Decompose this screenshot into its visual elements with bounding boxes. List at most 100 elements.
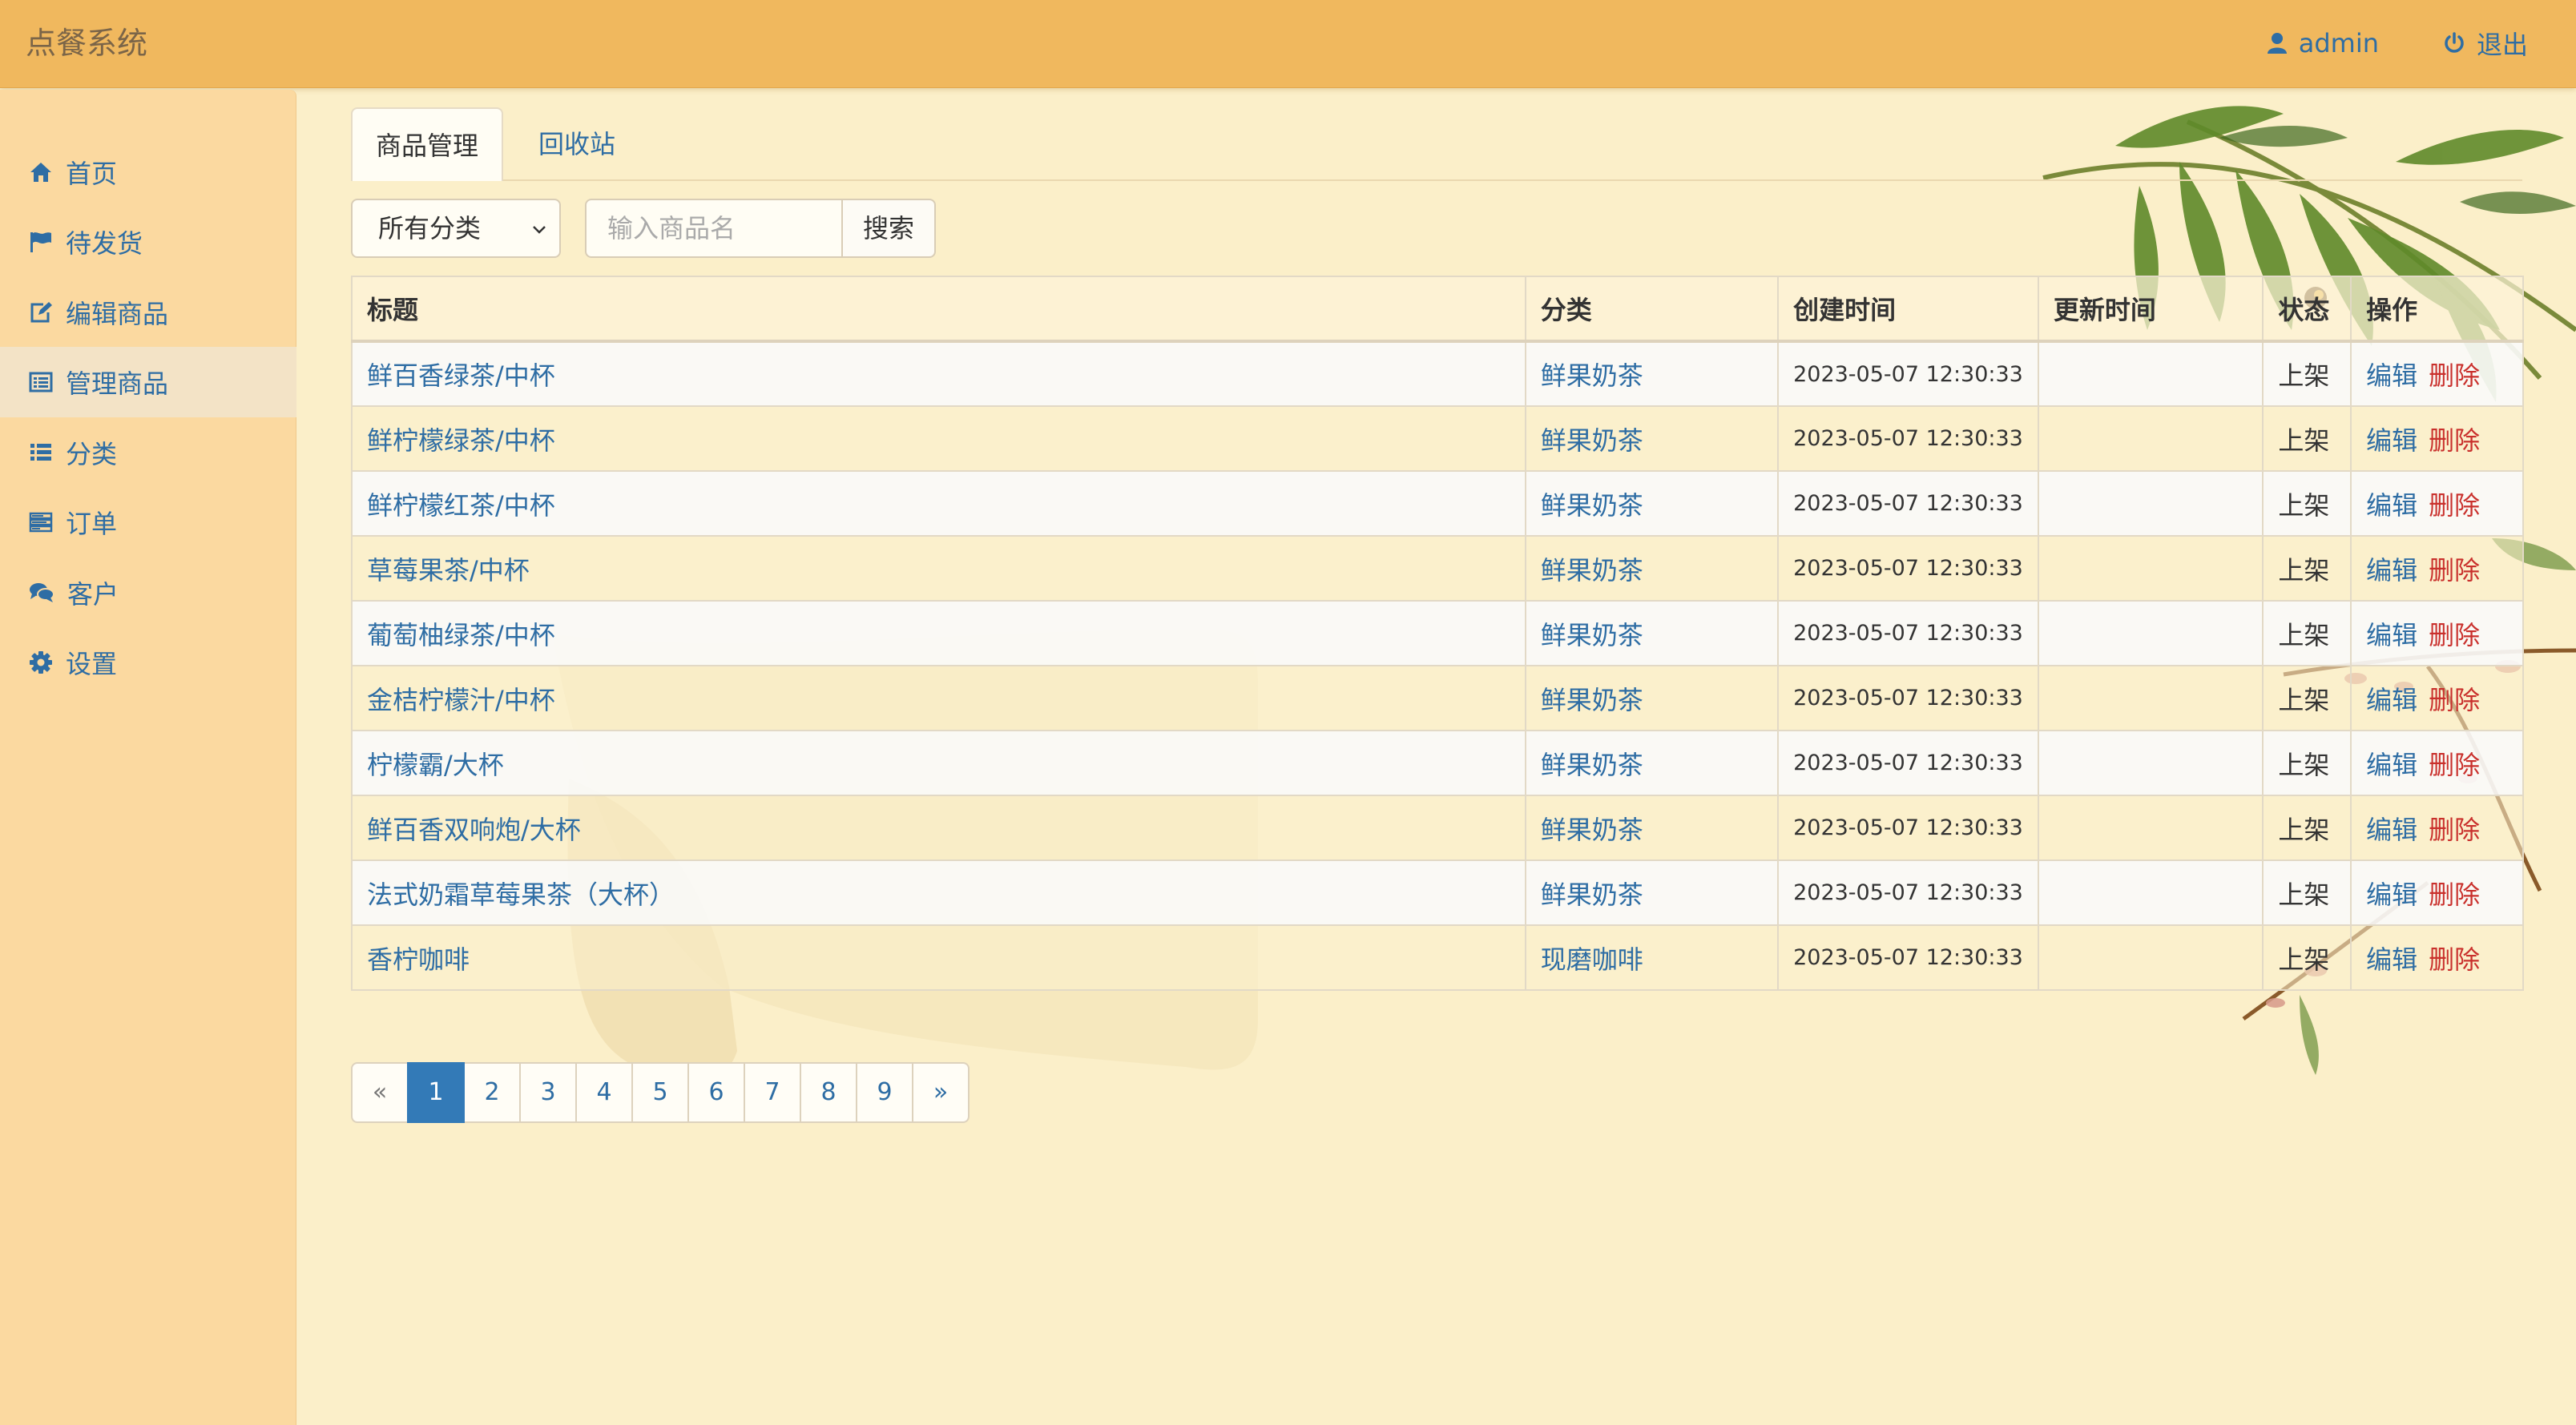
goods-category-link[interactable]: 鲜果奶茶 (1524, 795, 1780, 861)
goods-category-link[interactable]: 鲜果奶茶 (1524, 600, 1780, 666)
sidebar-item-label: 待发货 (66, 228, 143, 259)
delete-link[interactable]: 删除 (2429, 620, 2480, 650)
edit-link[interactable]: 编辑 (2366, 360, 2417, 391)
table-row: 鲜百香绿茶/中杯 鲜果奶茶 2023-05-07 12:30:33 上架 编辑 删除 (351, 340, 2524, 407)
main-content: 商品管理 回收站 所有分类 搜索 标题 分类 创建时间 更新时间 状态 操作 鲜… (296, 90, 2576, 1425)
edit-link[interactable]: 编辑 (2366, 944, 2417, 975)
delete-link[interactable]: 删除 (2429, 685, 2480, 715)
goods-title-link[interactable]: 鲜柠檬绿茶/中杯 (351, 405, 1526, 472)
delete-link[interactable]: 删除 (2429, 360, 2480, 391)
delete-link[interactable]: 删除 (2429, 944, 2480, 975)
goods-actions-cell: 编辑 删除 (2350, 405, 2524, 472)
table-row: 金桔柠檬汁/中杯 鲜果奶茶 2023-05-07 12:30:33 上架 编辑 删除 (351, 665, 2524, 731)
category-select-value: 所有分类 (378, 213, 482, 244)
goods-category-link[interactable]: 鲜果奶茶 (1524, 730, 1780, 796)
edit-link[interactable]: 编辑 (2366, 620, 2417, 650)
goods-created-time: 2023-05-07 12:30:33 (1777, 405, 2039, 472)
goods-category-link[interactable]: 鲜果奶茶 (1524, 470, 1780, 537)
delete-link[interactable]: 删除 (2429, 880, 2480, 910)
list-alt-icon (29, 372, 53, 392)
sidebar: 首页 待发货 编辑商品 管理商品 分类 订单 客户 设置 (0, 90, 296, 1425)
delete-link[interactable]: 删除 (2429, 425, 2480, 456)
navbar-right: admin 退出 (2203, 0, 2528, 87)
goods-category-link[interactable]: 鲜果奶茶 (1524, 665, 1780, 731)
brand-title[interactable]: 点餐系统 (26, 0, 147, 87)
top-navbar: 点餐系统 admin 退出 (0, 0, 2576, 88)
sidebar-item-manage-goods[interactable]: 管理商品 (0, 347, 296, 417)
goods-title-link[interactable]: 鲜百香绿茶/中杯 (351, 340, 1526, 407)
goods-updated-time (2037, 859, 2264, 926)
goods-status: 上架 (2262, 405, 2352, 472)
goods-category-link[interactable]: 鲜果奶茶 (1524, 859, 1780, 926)
table-row: 法式奶霜草莓果茶（大杯） 鲜果奶茶 2023-05-07 12:30:33 上架 编辑删… (351, 859, 2524, 926)
page-6[interactable]: 6 (687, 1062, 745, 1123)
goods-status: 上架 (2262, 600, 2352, 666)
edit-link[interactable]: 编辑 (2366, 815, 2417, 845)
sidebar-item-settings[interactable]: 设置 (0, 627, 296, 698)
goods-title-link[interactable]: 柠檬霸/大杯 (351, 730, 1526, 796)
flag-icon (30, 232, 51, 252)
tab-goods-management[interactable]: 商品管理 (351, 107, 503, 181)
goods-updated-time (2037, 405, 2264, 472)
edit-link[interactable]: 编辑 (2366, 555, 2417, 586)
goods-created-time: 2023-05-07 12:30:33 (1777, 600, 2039, 666)
goods-category-link[interactable]: 鲜果奶茶 (1524, 340, 1780, 407)
page-2[interactable]: 2 (463, 1062, 521, 1123)
user-menu[interactable]: admin (2267, 28, 2379, 58)
goods-actions-cell: 编辑 删除 (2350, 600, 2524, 666)
sidebar-item-customers[interactable]: 客户 (0, 558, 296, 628)
goods-category-link[interactable]: 现磨咖啡 (1524, 924, 1780, 991)
table-row: 草莓果茶/中杯 鲜果奶茶 2023-05-07 12:30:33 上架 编辑 删除 (351, 535, 2524, 602)
search-button[interactable]: 搜索 (841, 199, 936, 258)
page-8[interactable]: 8 (800, 1062, 857, 1123)
table-row: 香柠咖啡 现磨咖啡 2023-05-07 12:30:33 上架 编辑 删除 (351, 924, 2524, 991)
page-1[interactable]: 1 (407, 1062, 465, 1123)
sidebar-item-edit-goods[interactable]: 编辑商品 (0, 277, 296, 348)
page-next[interactable]: » (912, 1062, 970, 1123)
goods-actions-cell: 编辑 删除 (2350, 859, 2524, 926)
goods-category-link[interactable]: 鲜果奶茶 (1524, 405, 1780, 472)
column-header-title: 标题 (351, 276, 1526, 343)
sidebar-item-orders[interactable]: 订单 (0, 487, 296, 558)
delete-link[interactable]: 删除 (2429, 815, 2480, 845)
sidebar-item-label: 客户 (67, 579, 119, 610)
edit-link[interactable]: 编辑 (2366, 425, 2417, 456)
goods-title-link[interactable]: 香柠咖啡 (351, 924, 1526, 991)
goods-title-link[interactable]: 金桔柠檬汁/中杯 (351, 665, 1526, 731)
goods-updated-time (2037, 730, 2264, 796)
edit-link[interactable]: 编辑 (2366, 685, 2417, 715)
goods-title-link[interactable]: 法式奶霜草莓果茶（大杯） (351, 859, 1526, 926)
goods-actions-cell: 编辑 删除 (2350, 924, 2524, 991)
tab-recycle-bin[interactable]: 回收站 (511, 107, 643, 181)
page-4[interactable]: 4 (575, 1062, 633, 1123)
category-select[interactable]: 所有分类 (351, 199, 561, 258)
table-row: 葡萄柚绿茶/中杯 鲜果奶茶 2023-05-07 12:30:33 上架 编辑 删除 (351, 600, 2524, 666)
sidebar-item-category[interactable]: 分类 (0, 417, 296, 488)
goods-title-link[interactable]: 葡萄柚绿茶/中杯 (351, 600, 1526, 666)
goods-category-link[interactable]: 鲜果奶茶 (1524, 535, 1780, 602)
sidebar-item-home[interactable]: 首页 (0, 137, 296, 207)
goods-status: 上架 (2262, 859, 2352, 926)
delete-link[interactable]: 删除 (2429, 490, 2480, 521)
page-9[interactable]: 9 (856, 1062, 913, 1123)
goods-updated-time (2037, 600, 2264, 666)
goods-updated-time (2037, 665, 2264, 731)
goods-created-time: 2023-05-07 12:30:33 (1777, 535, 2039, 602)
delete-link[interactable]: 删除 (2429, 555, 2480, 586)
edit-link[interactable]: 编辑 (2366, 880, 2417, 910)
delete-link[interactable]: 删除 (2429, 750, 2480, 780)
search-input[interactable] (585, 199, 843, 258)
edit-link[interactable]: 编辑 (2366, 490, 2417, 521)
edit-link[interactable]: 编辑 (2366, 750, 2417, 780)
goods-title-link[interactable]: 鲜柠檬红茶/中杯 (351, 470, 1526, 537)
goods-title-link[interactable]: 草莓果茶/中杯 (351, 535, 1526, 602)
page-3[interactable]: 3 (519, 1062, 577, 1123)
goods-title-link[interactable]: 鲜百香双响炮/大杯 (351, 795, 1526, 861)
goods-created-time: 2023-05-07 12:30:33 (1777, 924, 2039, 991)
logout-button[interactable]: 退出 (2443, 25, 2528, 62)
table-row: 鲜百香双响炮/大杯 鲜果奶茶 2023-05-07 12:30:33 上架 编辑 删除 (351, 795, 2524, 861)
page-7[interactable]: 7 (744, 1062, 801, 1123)
page-5[interactable]: 5 (631, 1062, 689, 1123)
page-prev[interactable]: « (351, 1062, 409, 1123)
sidebar-item-pending-shipment[interactable]: 待发货 (0, 207, 296, 277)
